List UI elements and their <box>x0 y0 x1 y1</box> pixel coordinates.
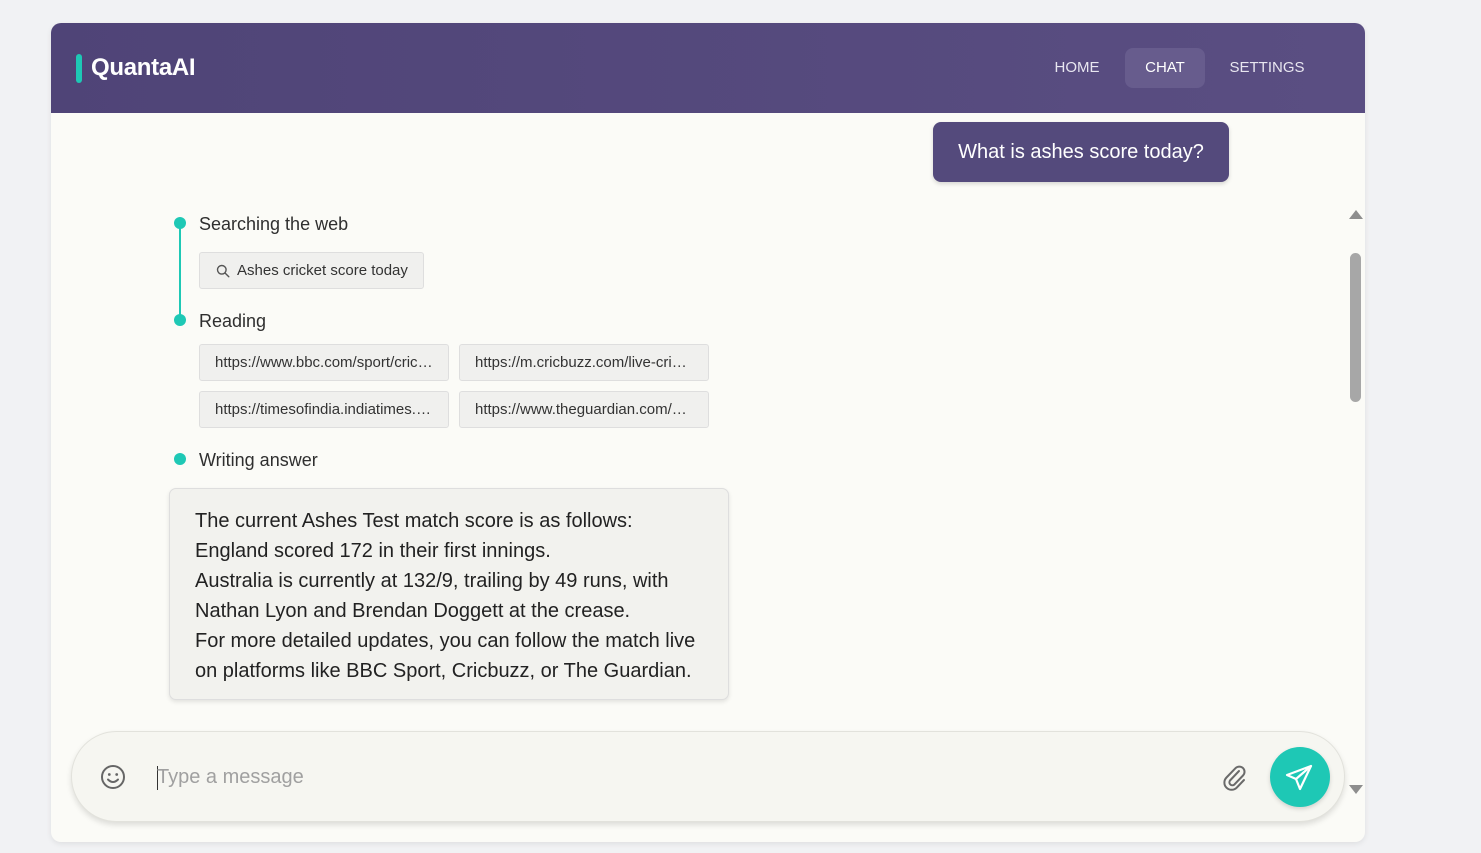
app-logo[interactable]: QuantaAI <box>76 53 196 83</box>
paperclip-icon[interactable] <box>1220 762 1248 792</box>
source-link-chip[interactable]: https://timesofindia.indiatimes.com <box>199 391 449 428</box>
scroll-down-arrow[interactable] <box>1349 785 1363 794</box>
assistant-answer-bubble: The current Ashes Test match score is as… <box>169 488 729 700</box>
answer-line: The current Ashes Test match score is as… <box>195 510 633 532</box>
source-link-chip[interactable]: https://www.bbc.com/sport/cricket <box>199 344 449 381</box>
step-dot-writing <box>174 453 186 465</box>
search-query-text: Ashes cricket score today <box>237 262 408 279</box>
source-link-chip[interactable]: https://www.theguardian.com/sport/ashes <box>459 391 709 428</box>
answer-line: England scored 172 in their first inning… <box>195 540 551 562</box>
step-label-writing: Writing answer <box>199 450 318 470</box>
send-button[interactable] <box>1270 747 1330 807</box>
search-query-chip[interactable]: Ashes cricket score today <box>199 252 424 289</box>
answer-line: Australia is currently at 132/9, trailin… <box>195 570 669 622</box>
nav-chat[interactable]: CHAT <box>1125 48 1205 88</box>
answer-line: For more detailed updates, you can follo… <box>195 630 696 682</box>
logo-accent-bar <box>76 53 82 83</box>
chat-messages[interactable]: What is ashes score today? Searching the… <box>51 113 1365 794</box>
chat-app-window: QuantaAI HOME CHAT SETTINGS What is ashe… <box>51 23 1365 842</box>
message-composer <box>71 731 1345 822</box>
nav-settings[interactable]: SETTINGS <box>1216 48 1318 88</box>
step-label-reading: Reading <box>199 311 267 331</box>
search-icon <box>216 264 230 278</box>
scroll-up-arrow[interactable] <box>1349 210 1363 219</box>
scrollbar-thumb[interactable] <box>1350 253 1361 402</box>
step-dot-searching <box>174 217 186 229</box>
timeline-line <box>179 223 181 319</box>
app-header: QuantaAI HOME CHAT SETTINGS <box>51 23 1365 113</box>
step-dot-reading <box>174 314 186 326</box>
user-message-bubble: What is ashes score today? <box>933 122 1229 182</box>
step-label-searching: Searching the web <box>199 214 349 234</box>
smiley-icon[interactable] <box>100 764 126 790</box>
source-link-chip[interactable]: https://m.cricbuzz.com/live-cricket-scor… <box>459 344 709 381</box>
paper-plane-icon <box>1285 764 1313 791</box>
message-input[interactable] <box>157 759 1197 795</box>
nav-home[interactable]: HOME <box>1041 48 1113 88</box>
app-name: QuantaAI <box>91 54 196 81</box>
